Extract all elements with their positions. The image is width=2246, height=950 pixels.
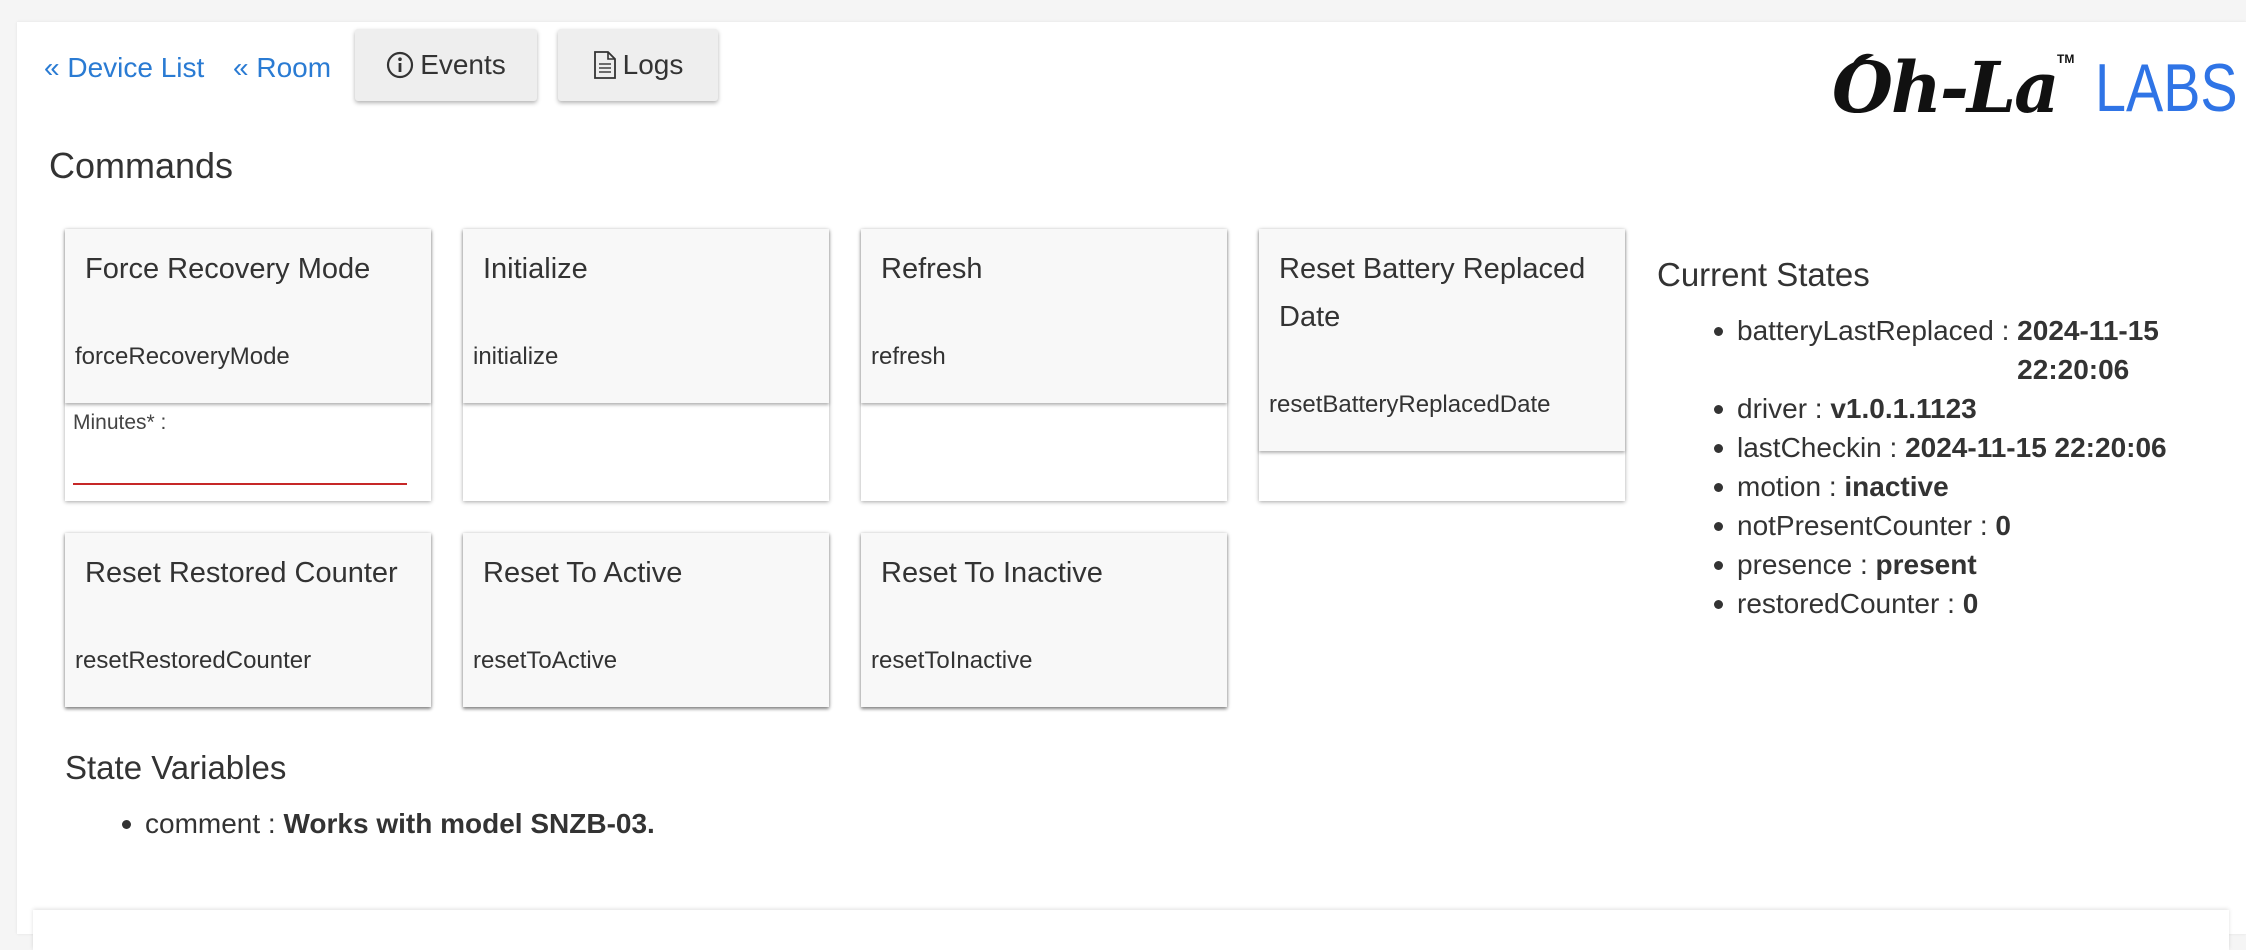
state-item: notPresentCounter : 0 (1657, 506, 2217, 545)
current-states-list: batteryLastReplaced : 2024-11-15 22:20:0… (1657, 311, 2217, 623)
command-title: Reset To Active (483, 557, 683, 589)
state-item: presence : present (1657, 545, 2217, 584)
state-item: restoredCounter : 0 (1657, 584, 2217, 623)
commands-heading: Commands (49, 145, 234, 186)
command-code: resetToActive (473, 647, 618, 674)
command-title: Reset Battery Replaced Date (1279, 253, 1586, 333)
command-code: resetToInactive (871, 647, 1033, 674)
state-variables-heading: State Variables (65, 749, 287, 786)
document-icon (593, 50, 617, 80)
oh-la-labs-logo: Oh-La TM LABS (1832, 48, 2238, 128)
command-title: Reset To Inactive (881, 557, 1103, 589)
initialize-button[interactable]: Initialize initialize (463, 229, 829, 403)
command-code: resetBatteryReplacedDate (1269, 391, 1551, 418)
reset-to-inactive-button[interactable]: Reset To Inactive resetToInactive (861, 533, 1227, 707)
command-card-reset-to-active: Reset To Active resetToActive (463, 533, 829, 707)
logo-trademark: TM (2057, 52, 2075, 66)
minutes-label: Minutes* : (73, 411, 167, 434)
command-title: Reset Restored Counter (85, 557, 398, 589)
command-params: Minutes* : (65, 403, 431, 501)
events-button[interactable]: Events (355, 29, 537, 101)
command-title: Force Recovery Mode (85, 253, 371, 285)
command-code: resetRestoredCounter (75, 647, 312, 674)
command-card-initialize: Initialize initialize (463, 229, 829, 501)
logs-button[interactable]: Logs (558, 29, 718, 101)
next-section-card (33, 910, 2229, 950)
command-card-reset-restored-counter: Reset Restored Counter resetRestoredCoun… (65, 533, 431, 707)
state-variables-list: comment : Works with model SNZB-03. (65, 804, 655, 843)
command-card-refresh: Refresh refresh (861, 229, 1227, 501)
minutes-input[interactable] (73, 451, 407, 485)
command-card-reset-battery-replaced-date: Reset Battery Replaced Date resetBattery… (1259, 229, 1625, 501)
logs-button-label: Logs (622, 49, 684, 80)
command-card-force-recovery-mode: Force Recovery Mode forceRecoveryMode Mi… (65, 229, 431, 501)
reset-restored-counter-button[interactable]: Reset Restored Counter resetRestoredCoun… (65, 533, 431, 707)
state-variable-item: comment : Works with model SNZB-03. (65, 804, 655, 843)
events-button-label: Events (420, 49, 506, 80)
current-states-heading: Current States (1657, 256, 1870, 293)
command-code: forceRecoveryMode (75, 343, 290, 370)
command-card-reset-to-inactive: Reset To Inactive resetToInactive (861, 533, 1227, 707)
command-code: refresh (871, 343, 946, 370)
state-item: batteryLastReplaced : 2024-11-15 22:20:0… (1657, 311, 2217, 389)
logo-labs-text: LABS (2095, 50, 2238, 126)
reset-to-active-button[interactable]: Reset To Active resetToActive (463, 533, 829, 707)
state-item: lastCheckin : 2024-11-15 22:20:06 (1657, 428, 2217, 467)
state-item: driver : v1.0.1.1123 (1657, 389, 2217, 428)
command-code: initialize (473, 343, 559, 370)
refresh-button[interactable]: Refresh refresh (861, 229, 1227, 403)
command-title: Refresh (881, 253, 983, 285)
command-title: Initialize (483, 253, 588, 285)
device-list-link[interactable]: « Device List (44, 52, 204, 84)
reset-battery-replaced-date-button[interactable]: Reset Battery Replaced Date resetBattery… (1259, 229, 1625, 451)
leaf-icon (1850, 52, 1876, 73)
info-icon (386, 51, 414, 79)
force-recovery-mode-button[interactable]: Force Recovery Mode forceRecoveryMode (65, 229, 431, 403)
room-link[interactable]: « Room (233, 52, 331, 84)
state-item: motion : inactive (1657, 467, 2217, 506)
